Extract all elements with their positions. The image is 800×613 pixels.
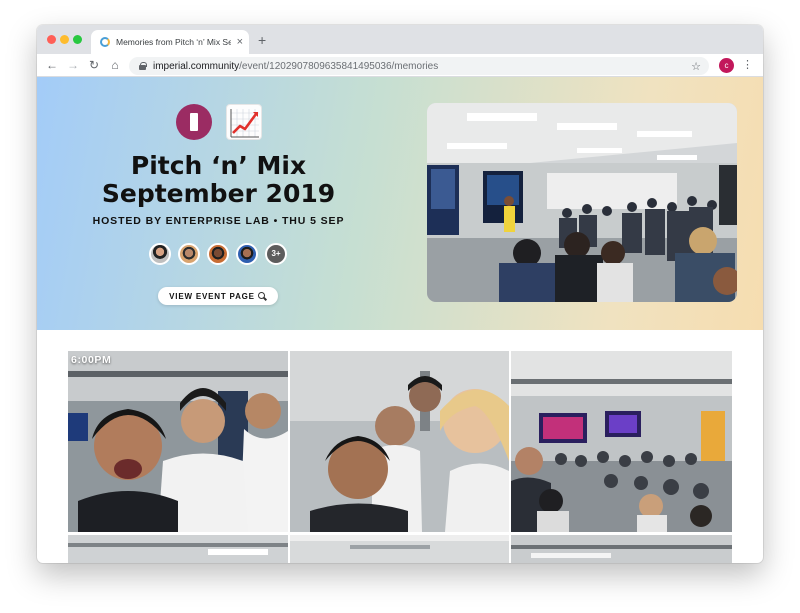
back-icon[interactable]: ← <box>45 57 59 73</box>
view-event-page-label: VIEW EVENT PAGE <box>169 291 255 301</box>
memories-gallery: 6:00PM <box>68 351 732 563</box>
browser-window: Memories from Pitch ‘n’ Mix Se × + ← → ↻… <box>37 25 763 563</box>
avatar[interactable] <box>178 243 200 265</box>
gallery-photo[interactable] <box>511 351 732 532</box>
tab-title: Memories from Pitch ‘n’ Mix Se <box>116 37 231 47</box>
toolbar: ← → ↻ ⌂ imperial.community/event/1202907… <box>37 54 763 77</box>
time-label: 6:00PM <box>71 354 112 366</box>
magnify-icon <box>257 291 267 301</box>
gallery-photo[interactable] <box>68 535 288 563</box>
new-tab-button[interactable]: + <box>258 33 266 47</box>
gallery-photo[interactable]: 6:00PM <box>68 351 288 532</box>
event-host-date: HOSTED BY ENTERPRISE LAB • THU 5 SEP <box>92 215 345 227</box>
gallery-photo[interactable] <box>511 535 732 563</box>
home-icon[interactable]: ⌂ <box>108 57 122 73</box>
event-title: Pitch ‘n’ Mix September 2019 <box>67 152 370 208</box>
imperial-logo <box>176 104 212 140</box>
view-event-page-button[interactable]: VIEW EVENT PAGE <box>158 287 278 305</box>
close-tab-icon[interactable]: × <box>237 36 243 48</box>
menu-icon[interactable]: ⋮ <box>742 58 753 73</box>
maximize-window-button[interactable] <box>73 35 82 44</box>
event-logos <box>176 104 262 140</box>
address-bar[interactable]: imperial.community/event/120290780963584… <box>129 57 709 75</box>
avatar[interactable] <box>236 243 258 265</box>
gallery-photo[interactable] <box>290 351 509 532</box>
url-text[interactable]: imperial.community/event/120290780963584… <box>153 61 691 72</box>
url-host: imperial.community <box>153 60 240 72</box>
event-title-line2: September 2019 <box>101 179 336 208</box>
tab-memories[interactable]: Memories from Pitch ‘n’ Mix Se × <box>91 30 249 54</box>
star-icon[interactable]: ☆ <box>691 60 701 73</box>
gallery-photo[interactable] <box>290 535 509 563</box>
close-window-button[interactable] <box>47 35 56 44</box>
forward-icon[interactable]: → <box>66 57 80 73</box>
url-path: /event/1202907809635841495036/memories <box>239 60 439 72</box>
attendee-avatars[interactable]: 3+ <box>149 243 287 265</box>
favicon-icon <box>100 37 110 47</box>
event-title-line1: Pitch ‘n’ Mix <box>130 151 307 180</box>
more-attendees-badge[interactable]: 3+ <box>265 243 287 265</box>
event-hero-photo[interactable] <box>427 103 737 302</box>
avatar[interactable] <box>149 243 171 265</box>
event-hero: Pitch ‘n’ Mix September 2019 HOSTED BY E… <box>37 77 763 330</box>
avatar[interactable] <box>207 243 229 265</box>
minimize-window-button[interactable] <box>60 35 69 44</box>
reload-icon[interactable]: ↻ <box>87 57 101 73</box>
chart-increasing-icon <box>226 104 262 140</box>
profile-avatar[interactable]: c <box>719 58 734 73</box>
tab-strip: Memories from Pitch ‘n’ Mix Se × + <box>37 25 763 54</box>
lock-icon[interactable] <box>139 62 147 70</box>
